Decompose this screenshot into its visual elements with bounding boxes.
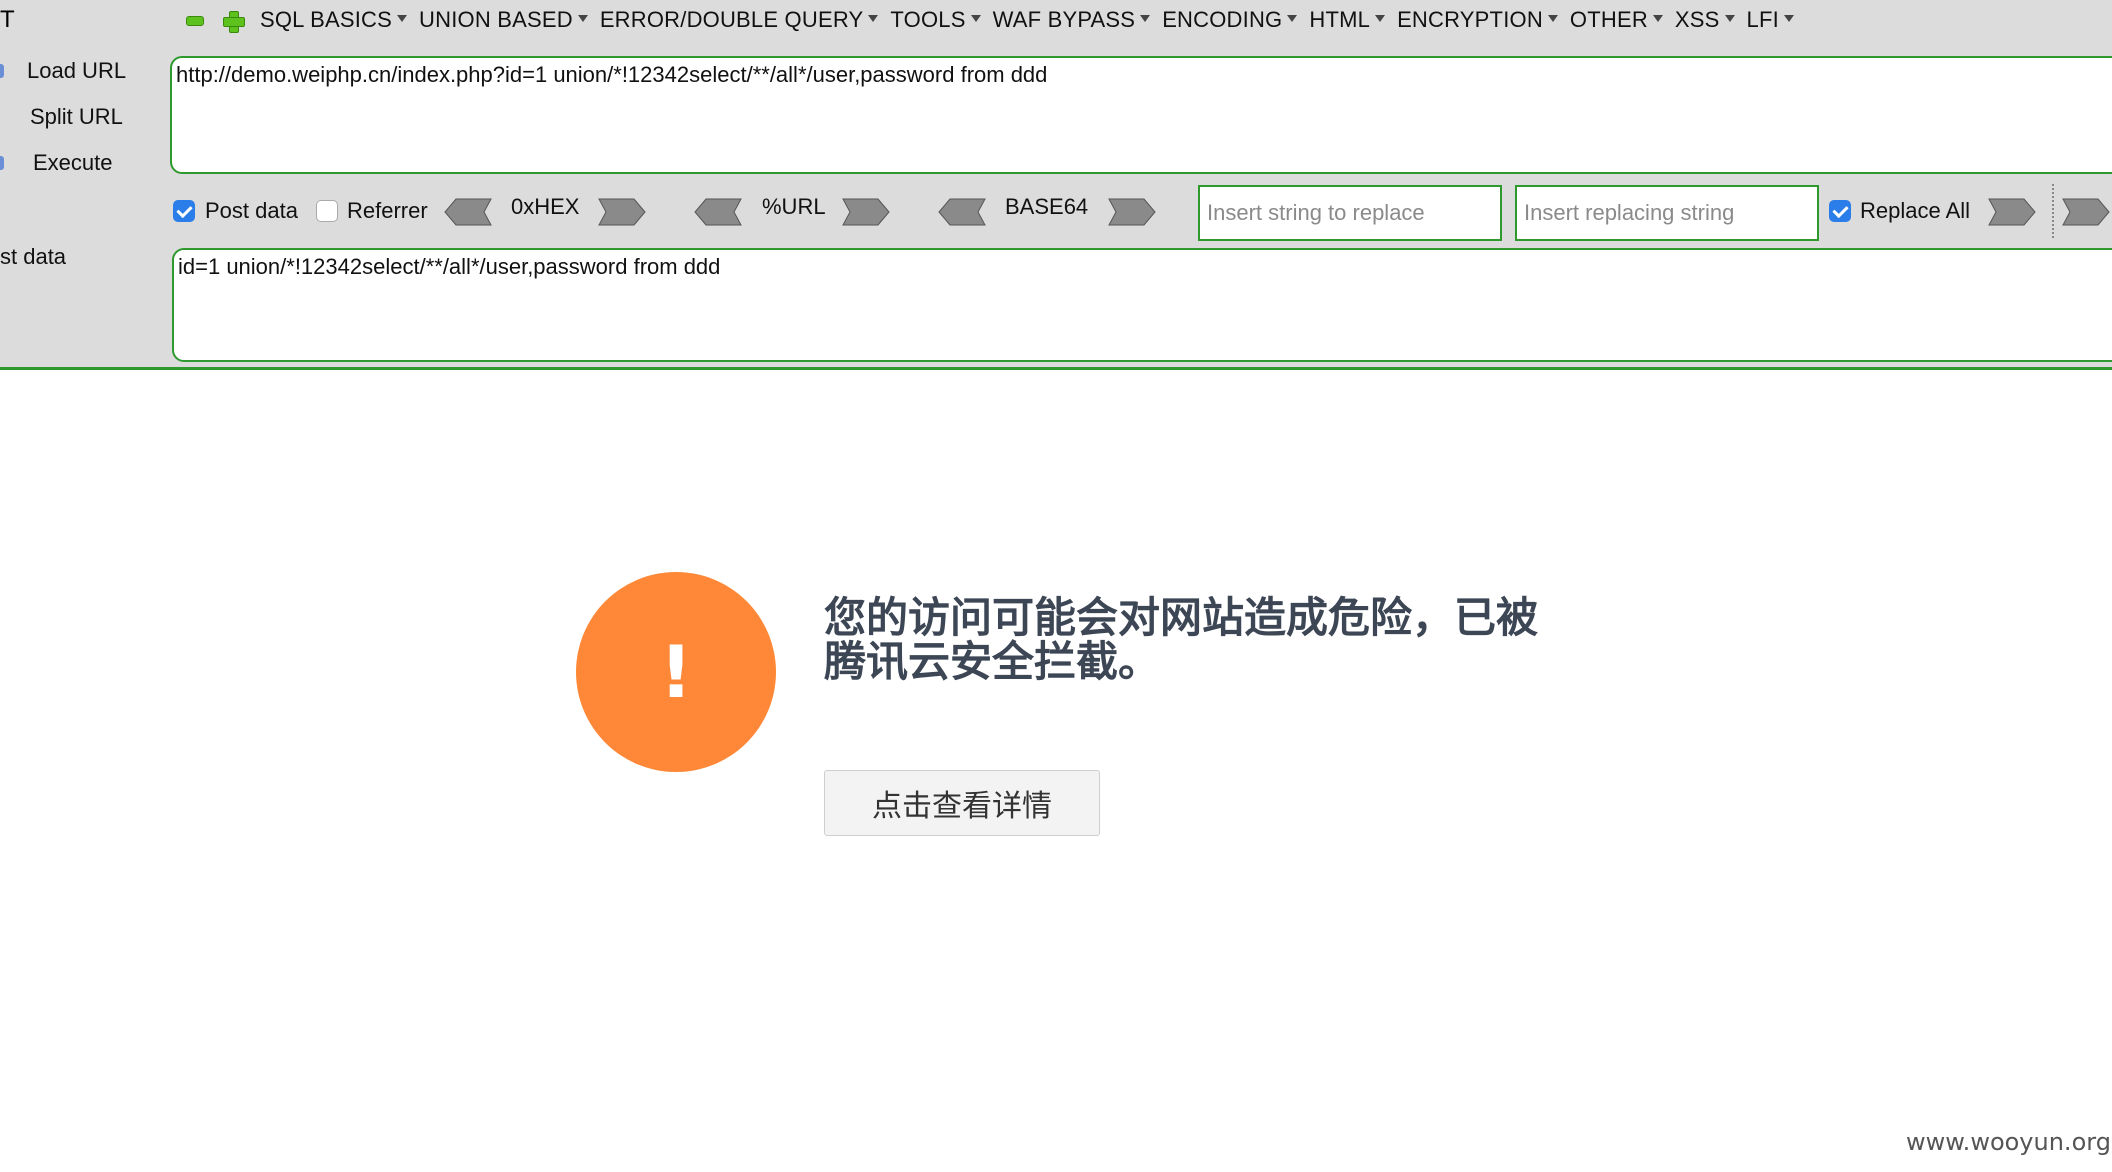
warning-badge: ! xyxy=(576,572,776,772)
menu-label: UNION BASED xyxy=(419,7,573,32)
hex-decode-arrow-icon[interactable] xyxy=(444,198,492,226)
minus-icon[interactable] xyxy=(186,16,204,26)
replace-to-input[interactable] xyxy=(1515,185,1819,241)
hex-label: 0xHEX xyxy=(511,194,580,219)
hex-encode-arrow-icon[interactable] xyxy=(598,198,646,226)
chevron-down-icon xyxy=(1140,14,1151,22)
menu-label: ENCODING xyxy=(1162,7,1283,32)
exclamation-icon: ! xyxy=(659,630,693,714)
menu-other[interactable]: OTHER xyxy=(1570,7,1663,33)
replace-apply-arrow-icon[interactable] xyxy=(1988,198,2036,226)
replace-swap-arrow-icon[interactable] xyxy=(2062,198,2110,226)
referrer-checkbox[interactable] xyxy=(316,200,338,222)
menu-label: SQL BASICS xyxy=(260,7,393,32)
execute-button[interactable]: Execute xyxy=(33,150,113,176)
menu-label: WAF BYPASS xyxy=(992,7,1136,32)
url-encode-arrow-icon[interactable] xyxy=(842,198,890,226)
selection-indicator xyxy=(0,64,4,78)
menu-tools[interactable]: TOOLS xyxy=(890,7,981,33)
post-data-option-label: Post data xyxy=(205,198,298,223)
menu-html[interactable]: HTML xyxy=(1309,7,1386,33)
menu-label: TOOLS xyxy=(890,7,966,32)
chevron-down-icon xyxy=(1783,14,1794,22)
chevron-down-icon xyxy=(1724,14,1735,22)
split-url-button[interactable]: Split URL xyxy=(30,104,123,130)
hackbar-menubar: T SQL BASICS UNION BASED ERROR/DOUBLE QU… xyxy=(0,0,2112,44)
menu-list: SQL BASICS UNION BASED ERROR/DOUBLE QUER… xyxy=(260,7,1806,33)
options-row: Post data Referrer 0xHEX %URL BASE64 Rep… xyxy=(0,180,2112,244)
base64-decode-arrow-icon[interactable] xyxy=(938,198,986,226)
zoom-controls xyxy=(186,10,245,33)
base64-label: BASE64 xyxy=(1005,194,1089,219)
menu-label: HTML xyxy=(1309,7,1371,32)
post-data-label: st data xyxy=(0,244,67,269)
chevron-down-icon xyxy=(577,14,588,22)
menu-label: ENCRYPTION xyxy=(1397,7,1543,32)
selection-indicator xyxy=(0,156,4,170)
post-data-checkbox[interactable] xyxy=(173,200,195,222)
chevron-down-icon xyxy=(1547,14,1558,22)
cropped-title-glyph: T xyxy=(0,6,15,33)
url-label: %URL xyxy=(762,194,826,219)
view-details-button[interactable]: 点击查看详情 xyxy=(824,770,1100,836)
replace-all-checkbox[interactable] xyxy=(1829,200,1851,222)
load-url-button[interactable]: Load URL xyxy=(27,58,126,84)
chevron-down-icon xyxy=(1375,14,1386,22)
chevron-down-icon xyxy=(868,14,879,22)
replace-all-label: Replace All xyxy=(1860,198,1971,223)
chevron-down-icon xyxy=(1652,14,1663,22)
menu-label: LFI xyxy=(1746,7,1779,32)
menu-label: OTHER xyxy=(1569,7,1648,32)
block-message: 您的访问可能会对网站造成危险，已被腾讯云安全拦截。 xyxy=(824,593,1539,686)
menu-waf-bypass[interactable]: WAF BYPASS xyxy=(993,7,1151,33)
menu-union-based[interactable]: UNION BASED xyxy=(419,7,588,33)
chevron-down-icon xyxy=(1287,14,1298,22)
post-data-input[interactable]: id=1 union/*!12342select/**/all*/user,pa… xyxy=(172,248,2112,362)
url-decode-arrow-icon[interactable] xyxy=(694,198,742,226)
menu-encryption[interactable]: ENCRYPTION xyxy=(1397,7,1558,33)
chevron-down-icon xyxy=(397,14,408,22)
separator xyxy=(2052,184,2054,238)
base64-encode-arrow-icon[interactable] xyxy=(1108,198,1156,226)
menu-label: XSS xyxy=(1674,7,1720,32)
plus-icon[interactable] xyxy=(222,10,245,33)
menu-xss[interactable]: XSS xyxy=(1675,7,1735,33)
replace-from-input[interactable] xyxy=(1198,185,1502,241)
url-input[interactable]: http://demo.weiphp.cn/index.php?id=1 uni… xyxy=(170,56,2112,174)
hackbar-toolbar: T SQL BASICS UNION BASED ERROR/DOUBLE QU… xyxy=(0,0,2112,370)
chevron-down-icon xyxy=(970,14,981,22)
referrer-option-label: Referrer xyxy=(347,198,428,223)
menu-encoding[interactable]: ENCODING xyxy=(1162,7,1298,33)
menu-sql-basics[interactable]: SQL BASICS xyxy=(260,7,408,33)
menu-error-double-query[interactable]: ERROR/DOUBLE QUERY xyxy=(600,7,879,33)
watermark-text: www.wooyun.org xyxy=(1906,1128,2111,1156)
menu-label: ERROR/DOUBLE QUERY xyxy=(599,7,864,32)
menu-lfi[interactable]: LFI xyxy=(1747,7,1794,33)
